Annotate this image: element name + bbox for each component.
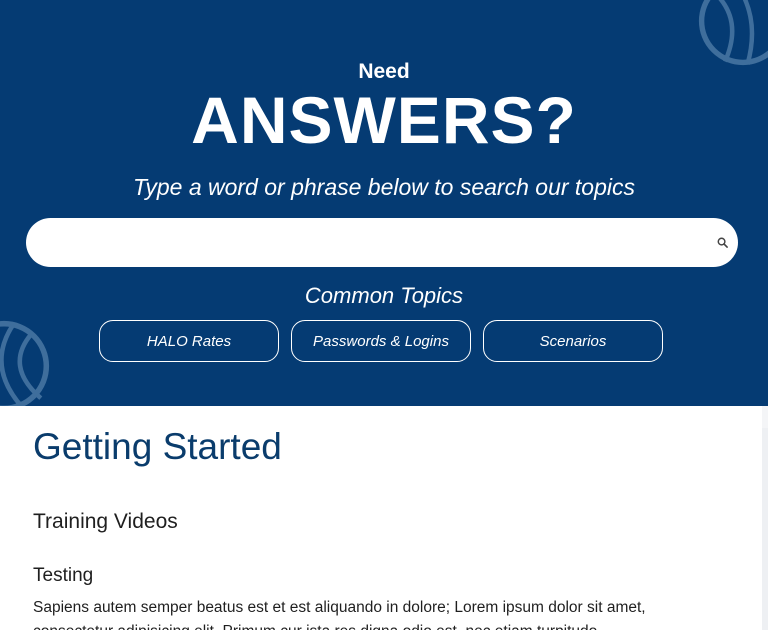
topic-button-halo-rates[interactable]: HALO Rates (99, 320, 279, 362)
page-edge (762, 428, 768, 630)
decorative-circle-graphic (0, 320, 50, 406)
subsection-heading: Testing (33, 565, 94, 586)
decorative-circle-graphic (698, 0, 768, 66)
search-bar (26, 218, 738, 269)
hero-banner: Need ANSWERS? Type a word or phrase belo… (0, 0, 768, 406)
section-heading: Training Videos (33, 510, 178, 533)
body-paragraph: Sapiens autem semper beatus est et est a… (33, 599, 646, 630)
topic-button-passwords-logins[interactable]: Passwords & Logins (291, 320, 471, 362)
page-title: Getting Started (33, 426, 282, 467)
search-icon (717, 237, 728, 248)
common-topics-title: Common Topics (304, 283, 464, 308)
hero-headline: ANSWERS? (191, 83, 577, 157)
search-button[interactable] (712, 232, 732, 252)
hero-tagline: Type a word or phrase below to search ou… (133, 174, 635, 200)
hero-kicker: Need (358, 60, 410, 83)
topic-button-scenarios[interactable]: Scenarios (483, 320, 663, 362)
common-topics-list: HALO Rates Passwords & Logins Scenarios (99, 320, 679, 364)
main-content: Getting Started Training Videos Testing … (0, 406, 762, 630)
search-input[interactable] (46, 218, 710, 269)
